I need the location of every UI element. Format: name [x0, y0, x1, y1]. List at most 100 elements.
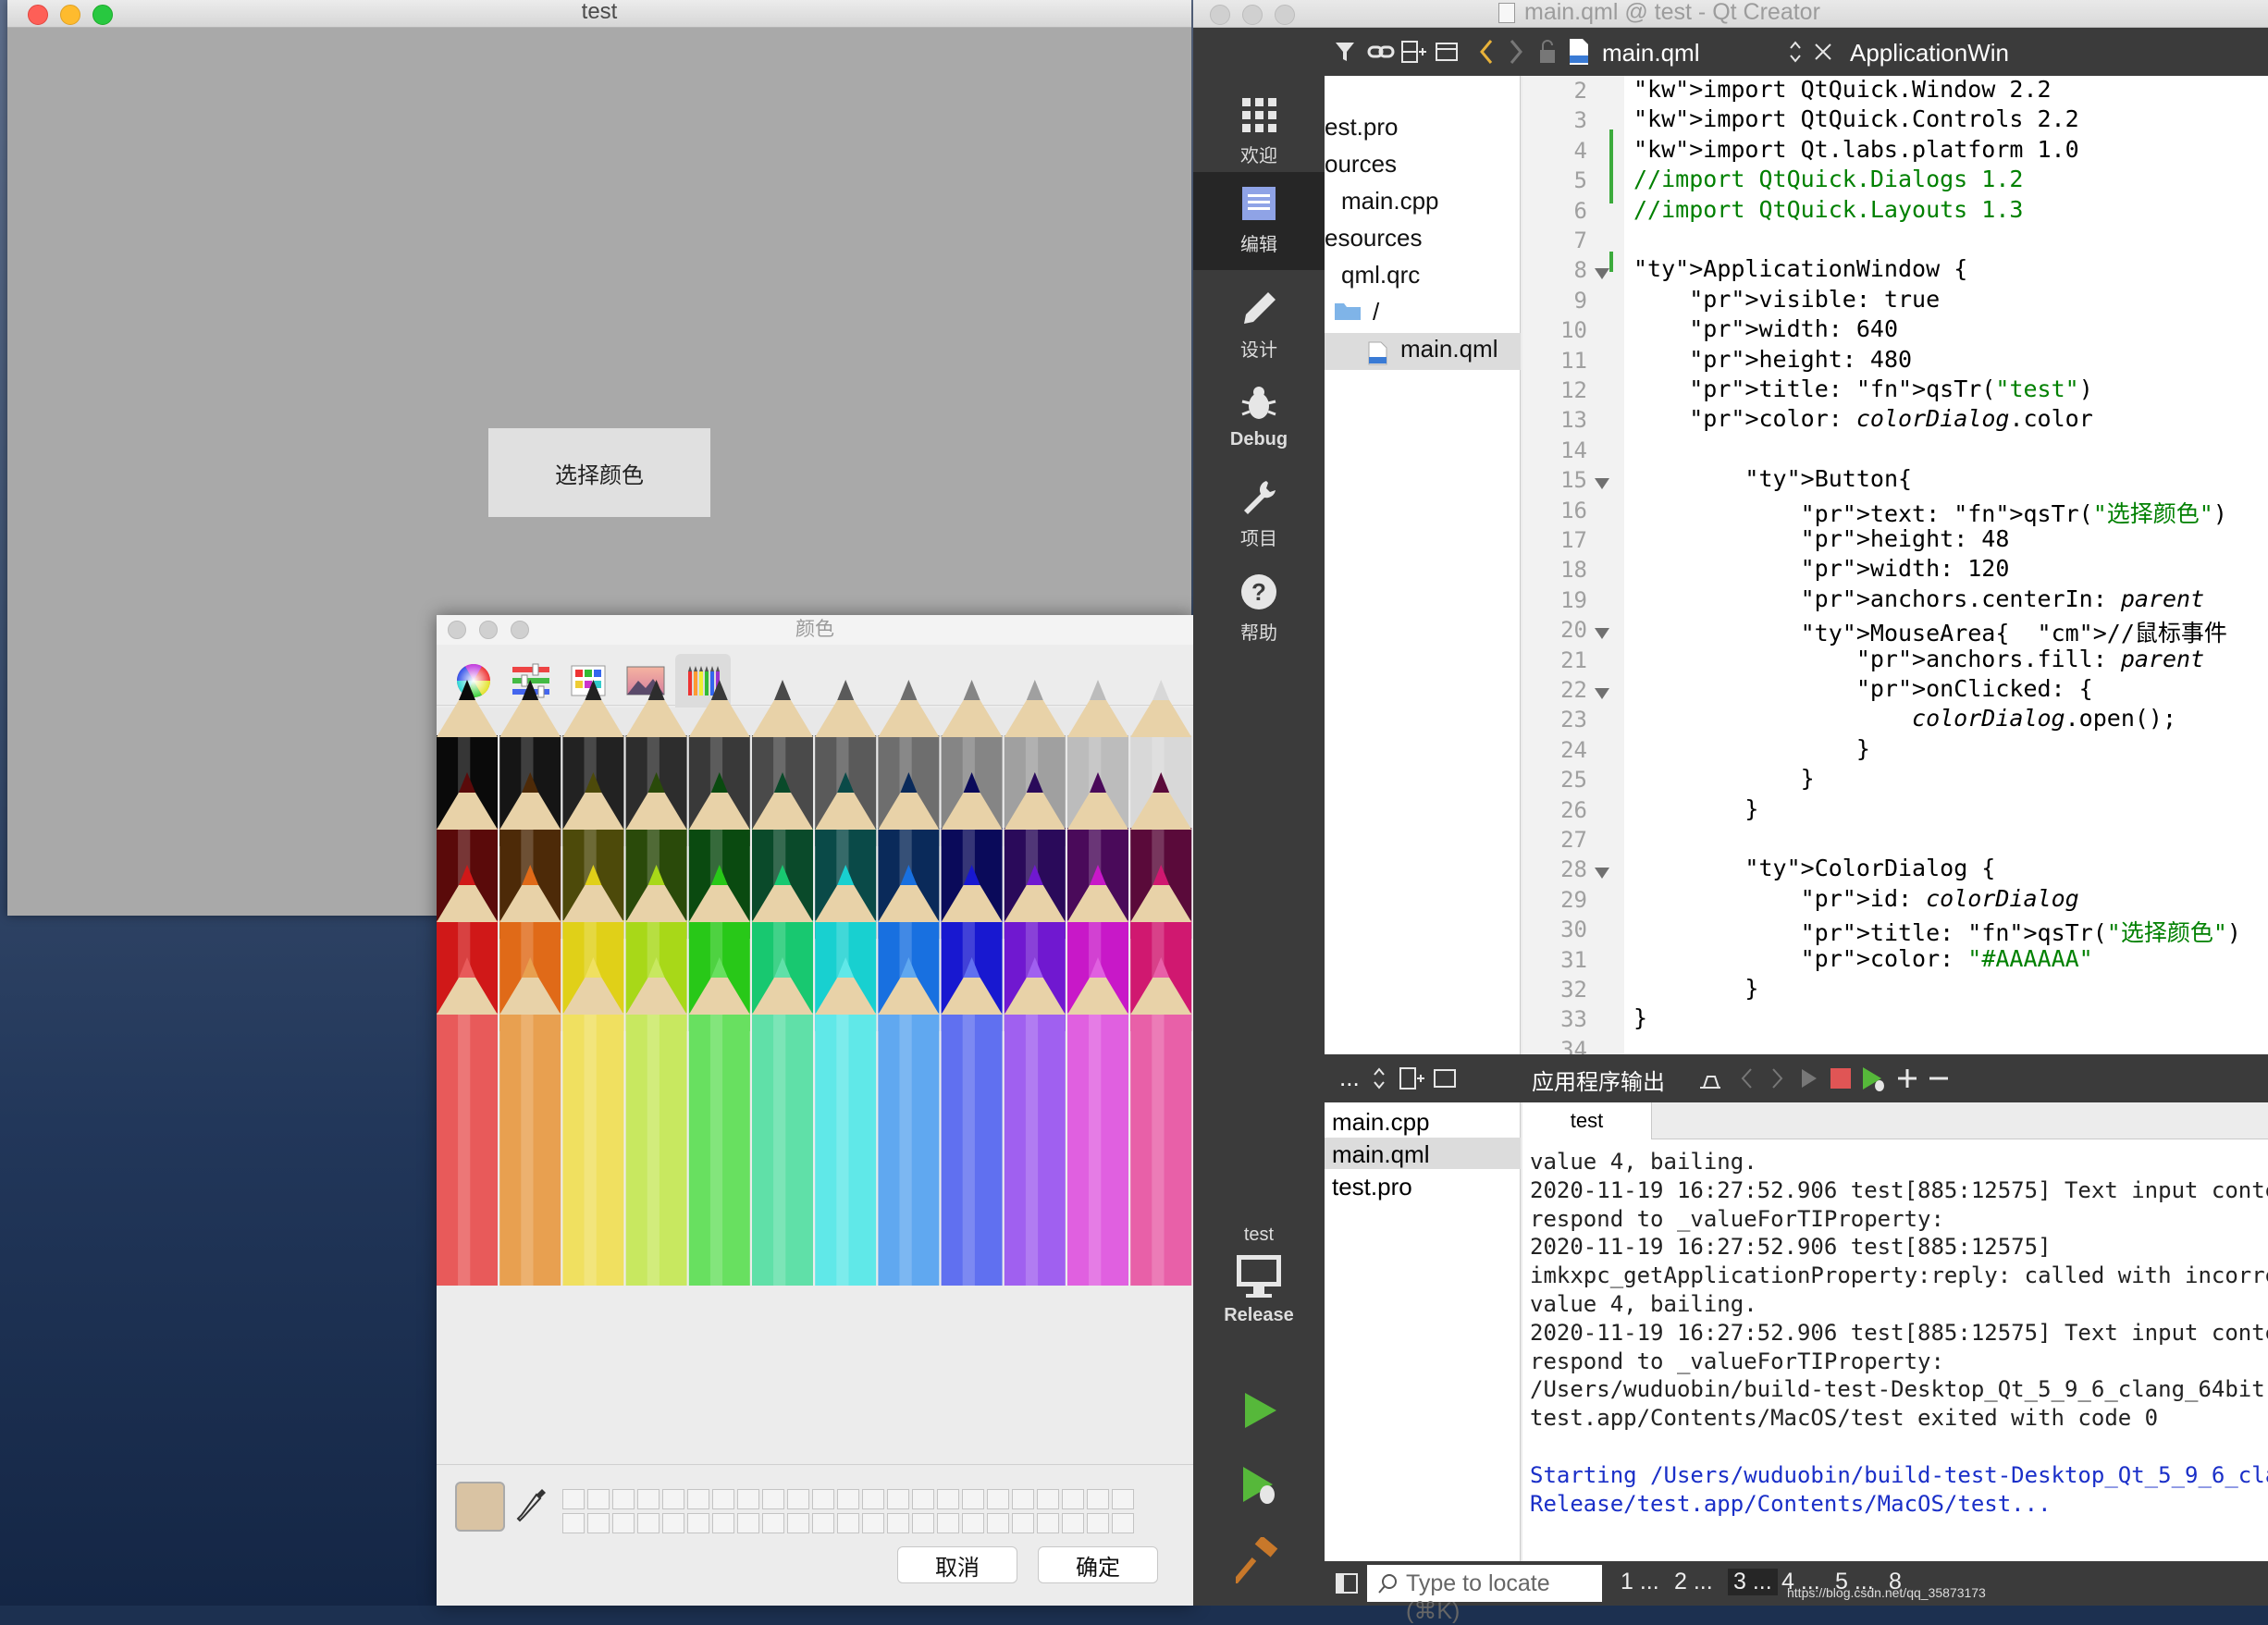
mode-edit[interactable]: 编辑 [1193, 172, 1325, 270]
pencil[interactable] [941, 957, 1003, 1286]
qt-titlebar[interactable]: main.qml @ test - Qt Creator [1193, 0, 2268, 28]
fold-arrow-icon[interactable] [1595, 628, 1609, 640]
tree-item-main-cpp[interactable]: main.cpp [1341, 187, 1439, 215]
split-add-icon[interactable] [1399, 1065, 1426, 1091]
close-sidebar-icon[interactable] [1432, 1065, 1458, 1091]
choose-color-button[interactable]: 选择颜色 [488, 428, 710, 517]
swatch-cell[interactable] [712, 1489, 734, 1509]
swatch-cell[interactable] [862, 1513, 884, 1533]
ok-button[interactable]: 确定 [1038, 1546, 1158, 1583]
debug-run-icon[interactable] [1236, 1461, 1282, 1508]
run-icon[interactable] [1236, 1387, 1282, 1434]
open-doc-main-qml[interactable]: main.qml [1325, 1138, 1521, 1169]
attach-debugger-icon[interactable] [1859, 1064, 1887, 1093]
open-doc-test-pro[interactable]: test.pro [1332, 1173, 1412, 1201]
swatch-cell[interactable] [1062, 1489, 1084, 1509]
fold-arrow-icon[interactable] [1595, 868, 1609, 880]
swatch-cell[interactable] [912, 1489, 934, 1509]
swatch-cell[interactable] [637, 1489, 659, 1509]
swatch-cell[interactable] [587, 1489, 610, 1509]
tree-item-resources[interactable]: esources [1325, 224, 1423, 252]
tree-item-qrc[interactable]: qml.qrc [1341, 261, 1420, 289]
mode-projects[interactable]: 项目 [1193, 466, 1325, 559]
fold-arrow-icon[interactable] [1595, 478, 1609, 490]
tree-item-sources[interactable]: ources [1325, 150, 1397, 179]
swatch-cell[interactable] [812, 1513, 834, 1533]
split-add-icon[interactable] [1400, 39, 1428, 65]
pencil[interactable] [437, 957, 498, 1286]
filter-icon[interactable] [1334, 39, 1360, 65]
link-icon[interactable] [1367, 39, 1395, 65]
pencil[interactable] [752, 957, 813, 1286]
swatch-cell[interactable] [962, 1513, 984, 1533]
cancel-button[interactable]: 取消 [897, 1546, 1017, 1583]
swatch-cell[interactable] [712, 1513, 734, 1533]
mode-design[interactable]: 设计 [1193, 277, 1325, 370]
swatch-cell[interactable] [1012, 1513, 1034, 1533]
swatch-cell[interactable] [662, 1489, 684, 1509]
swatch-cell[interactable] [587, 1513, 610, 1533]
swatch-cell[interactable] [612, 1489, 635, 1509]
pencil[interactable] [1004, 957, 1066, 1286]
pencil[interactable] [499, 957, 561, 1286]
tree-item-pro[interactable]: est.pro [1325, 113, 1399, 142]
swatch-cell[interactable] [787, 1489, 809, 1509]
swatch-cell[interactable] [762, 1489, 784, 1509]
pencil-box[interactable] [437, 615, 1193, 1606]
pencil[interactable] [688, 957, 750, 1286]
clear-output-icon[interactable] [1696, 1065, 1724, 1091]
swatch-cell[interactable] [562, 1513, 585, 1533]
swatch-cell[interactable] [687, 1513, 709, 1533]
swatch-cell[interactable] [1087, 1489, 1109, 1509]
swatch-cell[interactable] [1037, 1513, 1059, 1533]
swatch-cell[interactable] [962, 1489, 984, 1509]
swatch-cell[interactable] [937, 1489, 959, 1509]
symbol-crumb[interactable]: ApplicationWin [1850, 39, 2009, 68]
status-tab-issues[interactable]: 1 ... [1621, 1569, 1659, 1595]
swatch-cell[interactable] [862, 1489, 884, 1509]
swatch-cell[interactable] [912, 1513, 934, 1533]
swatch-cell[interactable] [987, 1489, 1009, 1509]
zoom-in-icon[interactable] [1894, 1065, 1920, 1091]
swatch-cell[interactable] [887, 1489, 909, 1509]
swatch-cell[interactable] [737, 1513, 759, 1533]
stop-icon[interactable] [1828, 1065, 1854, 1091]
toggle-sidebar-icon[interactable] [1334, 1570, 1360, 1596]
pencil[interactable] [1067, 957, 1128, 1286]
open-docs-combo[interactable]: ... [1339, 1064, 1360, 1092]
swatch-cell[interactable] [662, 1513, 684, 1533]
zoom-out-icon[interactable] [1926, 1065, 1952, 1091]
forward-icon[interactable] [1506, 37, 1526, 67]
swatch-cell[interactable] [1112, 1513, 1134, 1533]
close-document-icon[interactable] [1811, 39, 1835, 65]
pencil[interactable] [1130, 957, 1192, 1286]
document-proxy-icon[interactable] [1498, 3, 1515, 23]
zoom-icon[interactable] [1275, 5, 1295, 25]
swatch-cell[interactable] [1037, 1489, 1059, 1509]
close-icon[interactable] [1210, 5, 1230, 25]
eyedropper-icon[interactable] [514, 1485, 549, 1526]
rerun-icon[interactable] [1796, 1065, 1820, 1091]
close-sidebar-icon[interactable] [1434, 39, 1460, 65]
swatch-cell[interactable] [562, 1489, 585, 1509]
fold-arrow-icon[interactable] [1595, 268, 1609, 280]
swatch-cell[interactable] [762, 1513, 784, 1533]
swatch-cell[interactable] [1062, 1513, 1084, 1533]
swatch-cell[interactable] [1087, 1513, 1109, 1533]
open-file-combo[interactable]: main.qml [1602, 39, 1699, 68]
swatch-cell[interactable] [812, 1489, 834, 1509]
swatch-cell[interactable] [637, 1513, 659, 1533]
pencil[interactable] [878, 957, 940, 1286]
pencil[interactable] [815, 957, 877, 1286]
application-output[interactable]: test value 4, bailing. 2020-11-19 16:27:5… [1522, 1102, 2268, 1561]
mode-debug[interactable]: Debug [1193, 372, 1325, 464]
tree-item-main-qml[interactable]: main.qml [1325, 333, 1521, 370]
mode-help[interactable]: ? 帮助 [1193, 560, 1325, 653]
back-icon[interactable] [1476, 37, 1497, 67]
next-icon[interactable] [1767, 1065, 1787, 1091]
swatch-cell[interactable] [887, 1513, 909, 1533]
mode-welcome[interactable]: 欢迎 [1193, 83, 1325, 176]
locator-input[interactable]: Type to locate (⌘K) [1367, 1565, 1602, 1624]
status-tab-output[interactable]: 3 ... [1728, 1569, 1778, 1595]
status-tab-search[interactable]: 2 ... [1674, 1569, 1713, 1595]
